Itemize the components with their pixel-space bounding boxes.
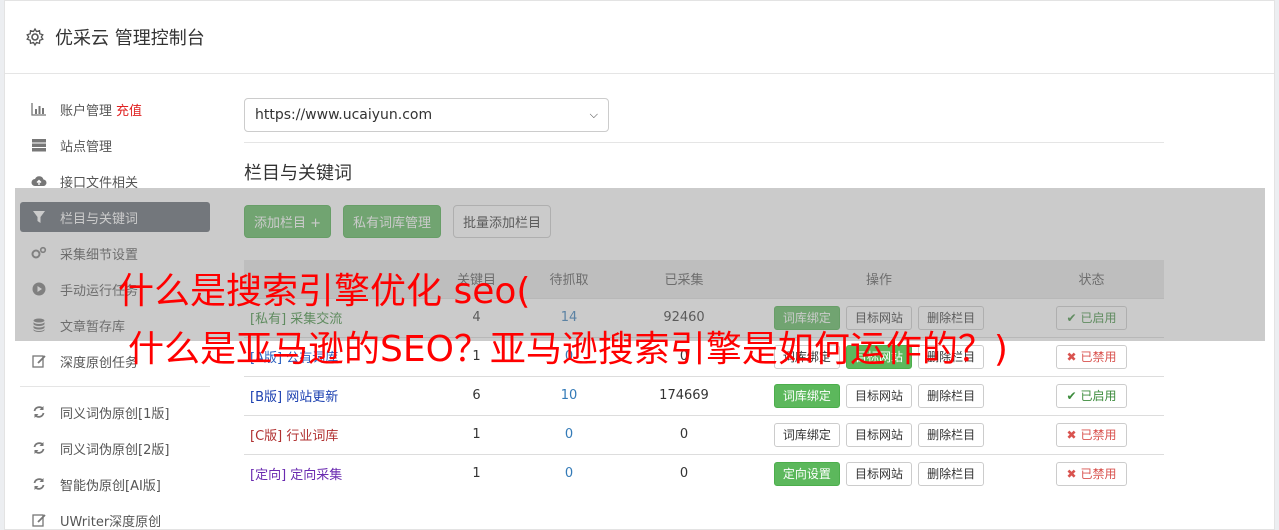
delete-column-button[interactable]: 删除栏目 bbox=[918, 383, 985, 408]
collected-count: 0 bbox=[629, 414, 739, 454]
directed-settings-button[interactable]: 定向设置 bbox=[773, 461, 840, 486]
bind-lib-button[interactable]: 词库绑定 bbox=[773, 383, 840, 408]
status-label: 已禁用 bbox=[1080, 349, 1117, 364]
bar-chart-icon bbox=[30, 102, 48, 116]
column-tag: [定向] bbox=[250, 468, 287, 484]
status-toggle[interactable]: ✔ 已启用 bbox=[1055, 383, 1128, 408]
keyword-count: 6 bbox=[444, 375, 509, 415]
pending-count[interactable]: 0 bbox=[565, 466, 573, 481]
column-tag: [B版] bbox=[250, 390, 283, 405]
status-toggle[interactable]: ✖ 已禁用 bbox=[1055, 422, 1128, 447]
delete-column-button[interactable]: 删除栏目 bbox=[918, 461, 985, 486]
status-toggle[interactable]: ✖ 已禁用 bbox=[1055, 461, 1128, 486]
status-label: 已禁用 bbox=[1080, 427, 1117, 442]
keyword-count: 1 bbox=[444, 414, 509, 454]
column-name[interactable]: 网站更新 bbox=[286, 390, 338, 405]
sidebar-item-synonym-v2[interactable]: 同义词伪原创[2版] bbox=[20, 433, 210, 463]
refresh-icon bbox=[30, 441, 48, 455]
site-select-value: https://www.ucaiyun.com bbox=[255, 107, 433, 123]
delete-column-button[interactable]: 删除栏目 bbox=[918, 422, 985, 447]
keyword-count: 1 bbox=[444, 453, 509, 493]
sidebar-item-label: UWriter深度原创 bbox=[60, 514, 162, 530]
status-toggle[interactable]: ✖ 已禁用 bbox=[1055, 344, 1128, 369]
divider bbox=[244, 142, 1164, 143]
chevron-down-icon: ⌵ bbox=[589, 108, 598, 121]
bind-lib-button[interactable]: 词库绑定 bbox=[773, 422, 840, 447]
sidebar-item-label: 同义词伪原创[2版] bbox=[60, 442, 170, 458]
pending-count[interactable]: 0 bbox=[565, 427, 573, 442]
server-icon bbox=[30, 138, 48, 152]
watermark-overlay bbox=[15, 188, 1265, 341]
refresh-icon bbox=[30, 405, 48, 419]
status-label: 已启用 bbox=[1080, 388, 1117, 403]
collected-count: 0 bbox=[629, 453, 739, 493]
table-row: [定向] 定向采集 1 0 0 定向设置 目标网站 删除栏目 ✖ 已禁用 bbox=[244, 453, 1164, 493]
watermark-line-1: 什么是搜索引擎优化 seo( bbox=[118, 271, 531, 312]
header: 优采云 管理控制台 bbox=[5, 1, 1274, 74]
column-tag: [C版] bbox=[250, 429, 283, 444]
sidebar-item-label: 站点管理 bbox=[60, 139, 113, 155]
sidebar-item-account[interactable]: 账户管理 充值 bbox=[20, 94, 210, 124]
sidebar-item-label: 智能伪原创[AI版] bbox=[60, 478, 161, 494]
edit-icon bbox=[30, 354, 48, 368]
close-icon: ✖ bbox=[1066, 349, 1077, 364]
watermark-line-2: 什么是亚马逊的SEO？亚马逊搜索引擎是如何运作的？) bbox=[128, 329, 1008, 370]
column-name-cell[interactable]: [B版] 网站更新 bbox=[244, 375, 444, 415]
column-name[interactable]: 定向采集 bbox=[290, 468, 342, 483]
column-name-cell[interactable]: [定向] 定向采集 bbox=[244, 453, 444, 493]
column-name-cell[interactable]: [C版] 行业词库 bbox=[244, 414, 444, 454]
target-site-button[interactable]: 目标网站 bbox=[845, 383, 912, 408]
sidebar-item-label: 深度原创任务 bbox=[60, 355, 139, 371]
target-site-button[interactable]: 目标网站 bbox=[845, 422, 912, 447]
sidebar-item-sites[interactable]: 站点管理 bbox=[20, 130, 210, 160]
close-icon: ✖ bbox=[1066, 466, 1077, 481]
sidebar-item-ai-original[interactable]: 智能伪原创[AI版] bbox=[20, 469, 210, 499]
gear-icon bbox=[26, 27, 44, 47]
section-title: 栏目与关键词 bbox=[244, 163, 352, 184]
site-select[interactable]: https://www.ucaiyun.com ⌵ bbox=[244, 98, 609, 132]
edit-icon bbox=[30, 513, 48, 527]
sidebar-item-label: 账户管理 bbox=[60, 103, 113, 119]
refresh-icon bbox=[30, 477, 48, 491]
check-icon: ✔ bbox=[1066, 388, 1077, 403]
close-icon: ✖ bbox=[1066, 427, 1077, 442]
status-label: 已禁用 bbox=[1080, 466, 1117, 481]
table-row: [B版] 网站更新 6 10 174669 词库绑定 目标网站 删除栏目 ✔ 已… bbox=[244, 375, 1164, 415]
table-row: [C版] 行业词库 1 0 0 词库绑定 目标网站 删除栏目 ✖ 已禁用 bbox=[244, 414, 1164, 454]
collected-count: 174669 bbox=[629, 375, 739, 415]
recharge-link[interactable]: 充值 bbox=[116, 100, 142, 119]
pending-count[interactable]: 10 bbox=[561, 388, 578, 403]
page-title: 优采云 管理控制台 bbox=[55, 28, 205, 49]
sidebar-item-uwriter[interactable]: UWriter深度原创 bbox=[20, 505, 210, 530]
sidebar-divider bbox=[20, 386, 210, 387]
target-site-button[interactable]: 目标网站 bbox=[845, 461, 912, 486]
cloud-upload-icon bbox=[30, 174, 48, 188]
sidebar-item-label: 同义词伪原创[1版] bbox=[60, 406, 170, 422]
column-name[interactable]: 行业词库 bbox=[286, 429, 338, 444]
sidebar-item-synonym-v1[interactable]: 同义词伪原创[1版] bbox=[20, 397, 210, 427]
